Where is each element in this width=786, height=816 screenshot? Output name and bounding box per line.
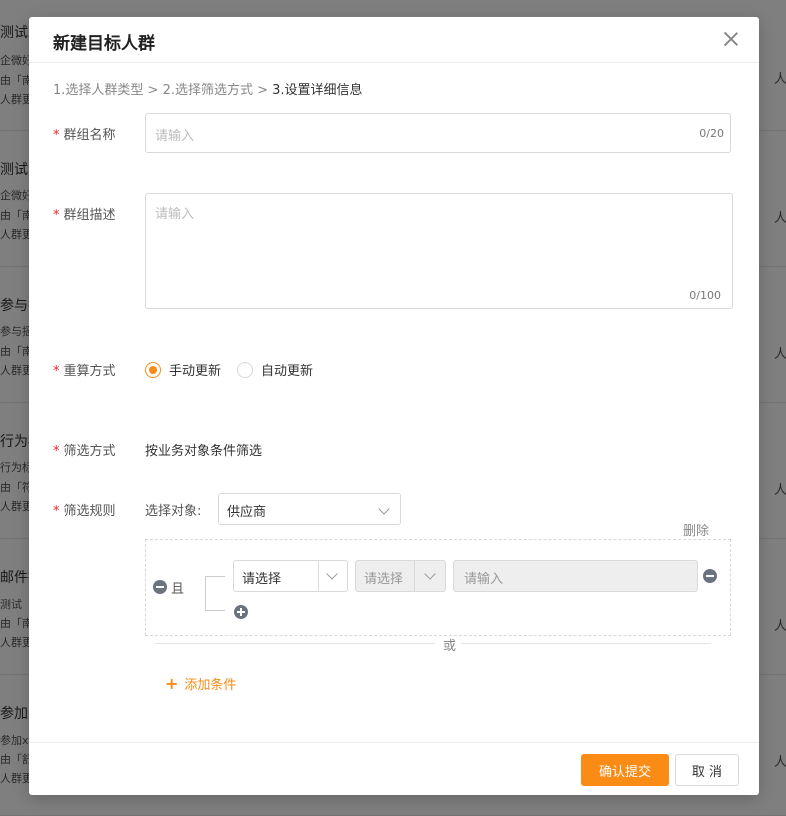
group-desc-label-text: 群组描述 [63,208,116,223]
step-separator: > [143,83,163,98]
add-condition-button[interactable]: + 添加条件 [165,674,236,693]
filter-rule-label: * 筛选规则 [53,500,116,519]
group-name-placeholder: 请输入 [155,129,195,144]
required-mark: * [53,504,60,519]
step-separator: > [252,83,273,98]
required-mark: * [53,128,60,143]
radio-label: 自动更新 [261,364,314,379]
operator-select[interactable]: 请选择 [355,560,446,592]
chevron-down-icon [378,503,390,515]
condition-bracket [205,576,225,611]
select-object-label: 选择对象: [145,504,202,519]
field-select[interactable]: 请选择 [233,560,348,592]
confirm-submit-button[interactable]: 确认提交 [581,754,669,786]
modal-footer: 确认提交 取 消 [29,742,759,795]
group-desc-placeholder: 请输入 [155,207,195,222]
step-1: 1.选择人群类型 [53,83,144,98]
recalc-label-text: 重算方式 [63,364,116,379]
filter-method-label-text: 筛选方式 [63,444,116,459]
select-divider [414,561,415,591]
required-mark: * [53,208,60,223]
new-audience-modal: 新建目标人群 1.选择人群类型 > 2.选择筛选方式 > 3.设置详细信息 * 群… [29,17,759,795]
radio-label: 手动更新 [169,364,222,379]
delete-rule-button[interactable]: 删除 [683,520,709,539]
filter-method-value: 按业务对象条件筛选 [145,444,263,459]
group-name-counter: 0/20 [699,127,724,140]
breadcrumb: 1.选择人群类型 > 2.选择筛选方式 > 3.设置详细信息 [53,79,363,98]
recalc-label: * 重算方式 [53,360,116,379]
radio-checked-icon [145,361,161,378]
or-divider-left [155,643,435,644]
plus-icon: + [165,674,179,693]
radio-unchecked-icon [237,361,254,378]
modal-header: 新建目标人群 [29,17,759,63]
chevron-down-icon [424,568,436,580]
condition-value-placeholder: 请输入 [464,572,504,587]
close-icon[interactable] [721,29,741,49]
or-label: 或 [443,639,457,654]
rule-group-box: 且 请选择 请选择 请输入 [145,539,731,636]
step-2: 2.选择筛选方式 [162,83,253,98]
operator-select-value: 请选择 [364,572,404,587]
radio-auto-update[interactable]: 自动更新 [237,360,313,379]
object-select[interactable]: 供应商 [218,493,401,525]
radio-manual-update[interactable]: 手动更新 [145,360,221,379]
recalc-radio-group: 手动更新 自动更新 [145,360,329,379]
condition-value-input[interactable]: 请输入 [453,560,698,592]
and-label: 且 [171,582,185,597]
group-name-input[interactable]: 请输入 0/20 [145,113,731,153]
field-select-value: 请选择 [242,572,282,587]
group-name-label-text: 群组名称 [63,128,116,143]
modal-title: 新建目标人群 [53,34,155,54]
cancel-button[interactable]: 取 消 [675,754,739,786]
step-3: 3.设置详细信息 [272,83,363,98]
required-mark: * [53,364,60,379]
chevron-down-icon [326,568,338,580]
or-divider-right [461,643,711,644]
add-sub-condition-icon[interactable] [234,605,248,619]
required-mark: * [53,444,60,459]
filter-method-label: * 筛选方式 [53,440,116,459]
group-desc-label: * 群组描述 [53,204,116,223]
add-condition-label: 添加条件 [184,678,237,693]
filter-rule-label-text: 筛选规则 [63,504,116,519]
group-desc-textarea[interactable]: 请输入 0/100 [145,193,733,309]
remove-condition-icon[interactable] [703,569,717,583]
object-select-value: 供应商 [227,505,267,520]
select-divider [318,561,319,591]
remove-group-icon[interactable] [153,580,167,594]
group-name-label: * 群组名称 [53,124,116,143]
group-desc-counter: 0/100 [689,289,721,302]
